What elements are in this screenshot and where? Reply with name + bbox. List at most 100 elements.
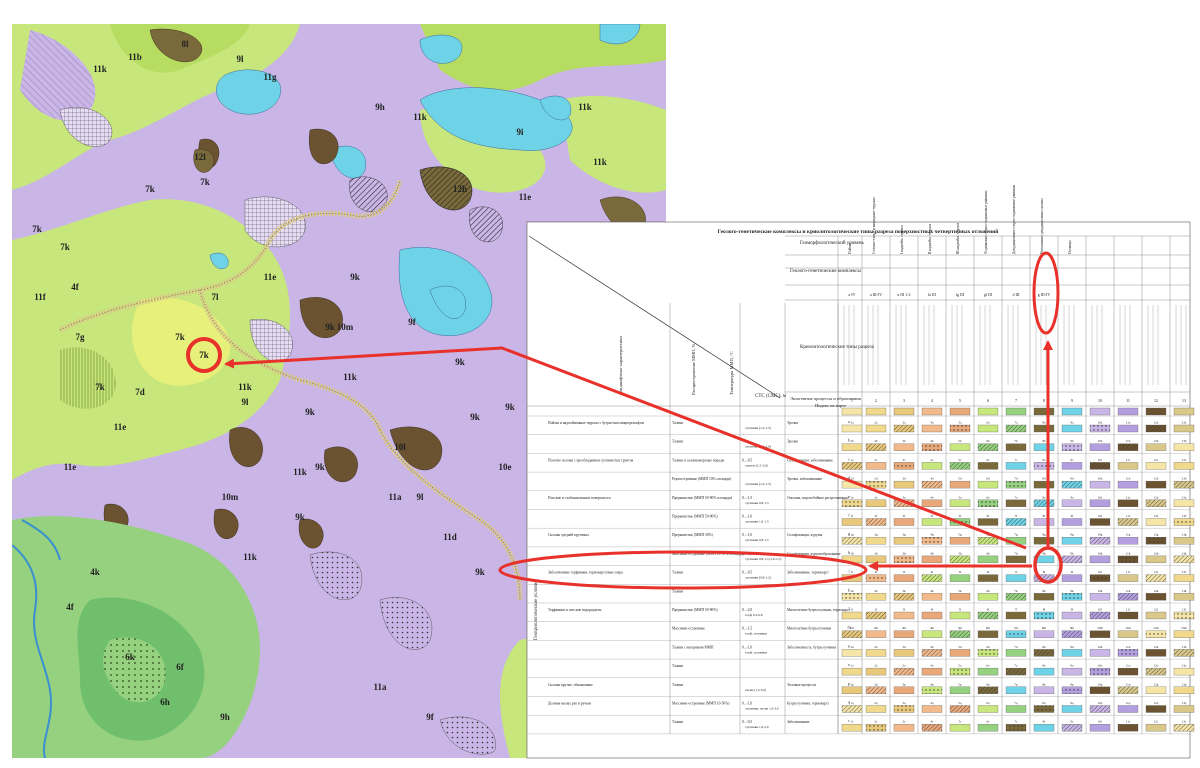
legend-age-cell: a III 1-2 [897,292,910,297]
legend-swatch [1145,649,1167,657]
legend-swatch-code: 9k [1070,589,1074,593]
legend-col-header: III надпойм. терраса [956,222,960,254]
legend-swatch [1005,462,1027,470]
legend-swatch [949,593,971,601]
legend-swatch-code: 1i [851,570,854,574]
legend-swatch-code: 10i [1098,570,1102,574]
legend-swatch-pattern [1006,668,1026,676]
legend-swatch-code: 11a [1126,421,1131,425]
legend-swatch [1061,518,1083,526]
legend-swatch-code: 2p [874,682,878,686]
legend-swatch-code: 13b [1182,439,1187,443]
legend-swatch-pattern [978,499,998,507]
legend-row-landform: Пологие склоны с преобладанием суглинист… [548,458,634,462]
legend-swatch-code: 13a [1182,421,1187,425]
legend-swatch-code: 5o [958,664,962,668]
legend-row-power: Талики [672,589,683,593]
legend-row-power: Массивно-островные [672,627,705,631]
legend-swatch [1033,424,1055,433]
legend-swatch [1173,630,1195,638]
legend-swatch [893,649,915,657]
map-unit-label: 6h [160,697,170,707]
legend-swatch [893,630,915,638]
legend-swatch-pattern [922,481,942,489]
legend-swatch [1089,593,1111,601]
legend-swatch-pattern [922,724,942,732]
legend-swatch-code: 8q [1042,701,1046,705]
legend-swatch-pattern [1062,481,1082,489]
legend-swatch [949,611,971,620]
legend-swatch-code: 3h [902,551,906,555]
legend-swatch-pattern [922,443,942,451]
legend-swatch-code: 3m [902,626,907,630]
legend-swatch-code: 1g [850,533,854,537]
legend-swatch-code: 9h [1070,551,1074,555]
legend-swatch-pattern [1062,593,1082,601]
legend-swatch-code: 9q [1070,701,1074,705]
legend-swatch-code: 13i [1182,570,1186,574]
legend-swatch-code: 4d [930,477,934,481]
legend-swatch [1033,443,1055,451]
legend-swatch-pattern [1090,574,1110,582]
legend-age-cell: lg III [956,292,965,297]
legend-swatch-pattern [950,668,970,676]
legend-header-swatch [893,407,915,416]
legend-swatch-code: 1l [851,608,854,612]
legend-swatch [1145,555,1167,564]
legend-swatch-code: 11i [1126,570,1130,574]
legend-swatch [893,480,915,489]
legend-swatch-code: 4q [930,701,934,705]
legend-row-process: Эрозия [787,440,798,444]
legend-panel [526,221,1191,759]
legend-side-label: Геокриологические условия [534,580,539,640]
legend-swatch-code: 1n [850,645,854,649]
map-unit-label: 9i [516,127,524,137]
map-unit-label: 9k [455,357,465,367]
legend-swatch-code: 4m [930,626,935,630]
legend-swatch-code: 12q [1154,701,1159,705]
map-unit-label: 7k [32,224,42,234]
legend-swatch-pattern [866,518,886,526]
legend-swatch [1061,424,1083,433]
legend-swatch [921,555,943,564]
legend-swatch-code: 8p [1042,682,1046,686]
legend-swatch-code: 10p [1098,682,1103,686]
legend-swatch [977,593,999,601]
legend-swatch-pattern [842,462,862,470]
map-unit-label: 7k [200,177,210,187]
legend-swatch [1117,574,1139,582]
legend-swatch-pattern [950,705,970,713]
legend-swatch [1005,574,1027,582]
legend-header-level: Геоморфологический уровень [800,241,865,246]
legend-swatch-code: 13c [1182,458,1187,462]
legend-swatch [977,480,999,489]
legend-row-landform: Поймы и надпойменные террасы с бугристым… [548,421,645,425]
legend-row-power: Талики [672,421,683,425]
legend-swatch-pattern [894,593,914,601]
legend-swatch-pattern [1006,630,1026,638]
legend-row-landform: Склоны средней крутизны [548,533,589,537]
legend-sts: СТС (СМС), м [755,394,787,399]
legend-swatch-pattern [1062,443,1082,451]
legend-swatch-code: 12l [1154,608,1158,612]
legend-swatch [865,424,887,433]
legend-swatch-code: 1k [850,589,854,593]
legend-swatch-code: 6d [986,477,990,481]
legend-swatch-code: 2k [874,589,878,593]
legend-swatch-code: 7k [1014,589,1018,593]
legend-swatch-code: 5i [959,570,962,574]
legend-swatch [977,518,999,526]
legend-swatch-code: 4b [930,439,934,443]
legend-swatch-code: 5m [958,626,963,630]
legend-swatch-code: 11p [1126,682,1131,686]
legend-swatch-pattern [894,555,914,563]
legend-swatch-pattern [922,686,942,694]
legend-swatch [921,462,943,470]
legend-swatch-code: 11c [1126,458,1131,462]
map-unit-label: 9f [408,317,417,327]
legend-swatch-pattern [1118,649,1138,657]
legend-swatch [841,686,863,694]
legend-swatch-code: 12o [1154,664,1159,668]
map-unit-label: 9k [315,462,325,472]
legend-swatch-code: 2m [874,626,879,630]
